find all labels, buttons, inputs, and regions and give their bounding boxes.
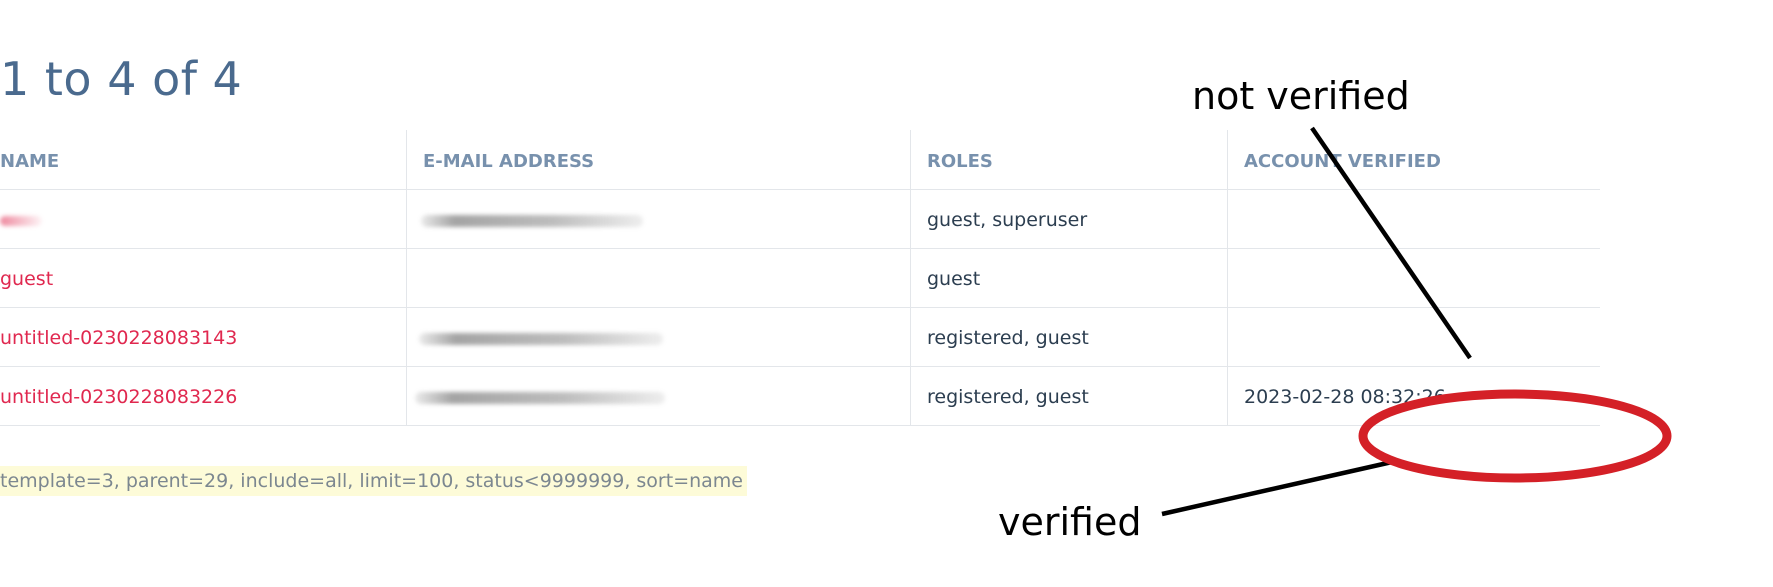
email-cell	[406, 366, 911, 426]
verified-cell	[1227, 189, 1600, 249]
name-cell: untitled-0230228083226	[0, 366, 407, 426]
column-header-name[interactable]: NAME	[0, 130, 407, 190]
users-table: NAME E-MAIL ADDRESS ROLES ACCOUNT VERIFI…	[0, 130, 1600, 426]
verified-cell: 2023-02-28 08:32:26	[1227, 366, 1600, 426]
annotation-not-verified: not verified	[1192, 74, 1410, 118]
email-cell	[406, 248, 911, 308]
results-summary: 1 to 4 of 4	[0, 52, 243, 106]
roles-cell: guest	[910, 248, 1228, 308]
verified-cell	[1227, 307, 1600, 367]
column-header-email[interactable]: E-MAIL ADDRESS	[406, 130, 911, 190]
table-header-row: NAME E-MAIL ADDRESS ROLES ACCOUNT VERIFI…	[0, 130, 1600, 190]
email-cell	[406, 189, 911, 249]
roles-cell: registered, guest	[910, 307, 1228, 367]
redacted-email	[415, 391, 665, 404]
table-row: guest guest	[0, 248, 1600, 308]
user-name-link[interactable]: untitled-0230228083143	[0, 327, 237, 349]
name-cell: guest	[0, 248, 407, 308]
name-cell	[0, 189, 407, 249]
verified-cell	[1227, 248, 1600, 308]
roles-cell: guest, superuser	[910, 189, 1228, 249]
table-row: untitled-0230228083143 registered, guest	[0, 307, 1600, 367]
arrow-line-verified	[1161, 459, 1393, 517]
table-row: guest, superuser	[0, 189, 1600, 249]
email-cell	[406, 307, 911, 367]
user-name-link[interactable]: guest	[0, 268, 53, 290]
roles-cell: registered, guest	[910, 366, 1228, 426]
column-header-roles[interactable]: ROLES	[910, 130, 1228, 190]
redacted-email	[419, 332, 663, 345]
selector-string: template=3, parent=29, include=all, limi…	[0, 466, 747, 496]
name-cell: untitled-0230228083143	[0, 307, 407, 367]
redacted-name-link[interactable]	[0, 215, 42, 226]
user-name-link[interactable]: untitled-0230228083226	[0, 386, 237, 408]
annotation-verified: verified	[998, 500, 1142, 544]
redacted-email	[421, 214, 643, 227]
column-header-account-verified[interactable]: ACCOUNT VERIFIED	[1227, 130, 1600, 190]
table-row: untitled-0230228083226 registered, guest…	[0, 366, 1600, 426]
